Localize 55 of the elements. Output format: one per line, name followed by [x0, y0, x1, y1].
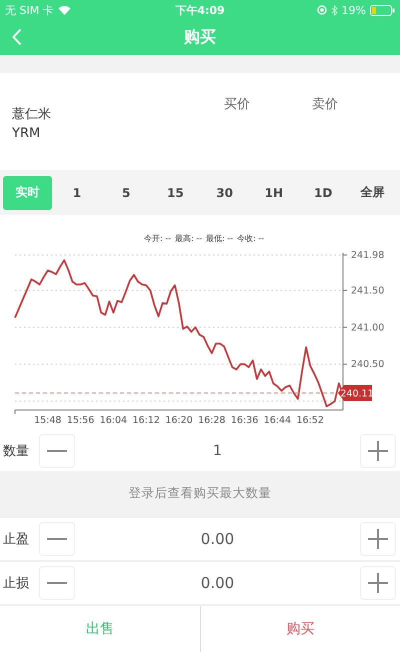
minus-button[interactable]: [39, 434, 75, 468]
y-axis-label: 241.50: [351, 285, 384, 296]
wifi-icon: [58, 5, 71, 15]
x-axis-label: 16:20: [165, 415, 193, 426]
period-tab[interactable]: 全屏: [348, 176, 397, 210]
minus-button[interactable]: [39, 566, 75, 600]
battery-icon: [370, 4, 395, 16]
minus-icon: [47, 450, 67, 452]
price-column-header: 卖价: [312, 96, 339, 113]
product-code: YRM: [12, 126, 42, 141]
row-label: 止盈: [3, 531, 30, 548]
minus-button[interactable]: [39, 522, 75, 556]
product-name: 薏仁米: [12, 106, 52, 123]
plus-icon: [368, 529, 388, 549]
price-value: 0.00: [200, 530, 236, 548]
x-axis-label: 16:44: [264, 415, 292, 426]
x-axis-label: 16:12: [132, 415, 160, 426]
y-axis-label: 241.00: [351, 322, 384, 334]
period-tab[interactable]: 1: [52, 176, 102, 210]
carrier-label: 无 SIM 卡: [5, 2, 54, 18]
plus-button[interactable]: [360, 434, 396, 468]
period-tab[interactable]: 1H: [249, 176, 298, 210]
minus-icon: [47, 538, 67, 540]
x-axis-label: 16:28: [198, 415, 226, 426]
quantity-value: 1: [212, 442, 223, 458]
period-tab[interactable]: 30: [200, 176, 250, 210]
x-axis-label: 16:52: [296, 415, 324, 426]
bluetooth-icon: [330, 4, 338, 16]
price-tag: 240.11: [338, 385, 374, 402]
login-hint: 登录后查看购买最大数量: [128, 485, 272, 502]
row-label: 止损: [3, 575, 30, 592]
row-label: 数量: [3, 442, 30, 460]
clock-time: 下午4:09: [175, 2, 225, 18]
y-axis-label: 240.50: [351, 359, 384, 370]
period-tab[interactable]: 5: [102, 176, 151, 210]
plus-button[interactable]: [360, 566, 396, 600]
price-value: 0.00: [200, 574, 236, 592]
battery-percent: 19%: [342, 4, 366, 16]
x-axis-label: 16:36: [230, 415, 258, 426]
back-button[interactable]: [12, 28, 22, 46]
period-tab[interactable]: 15: [150, 176, 200, 210]
stats-line: 今开: -- 最高: -- 最低: -- 今收: --: [144, 234, 264, 243]
plus-icon: [368, 573, 388, 593]
plus-icon: [368, 440, 388, 460]
lock-rotation-icon: [316, 5, 327, 15]
period-tab[interactable]: 1D: [298, 176, 348, 210]
y-axis-label: 241.98: [351, 250, 384, 261]
x-axis-label: 16:04: [100, 415, 128, 426]
plus-button[interactable]: [360, 522, 396, 556]
minus-icon: [47, 582, 67, 584]
price-column-header: 买价: [224, 96, 251, 113]
x-axis-label: 15:48: [34, 415, 62, 426]
page-title: 购买: [184, 27, 216, 48]
x-axis-label: 15:56: [66, 415, 94, 426]
ref-line-label: 240.11: [340, 388, 374, 400]
